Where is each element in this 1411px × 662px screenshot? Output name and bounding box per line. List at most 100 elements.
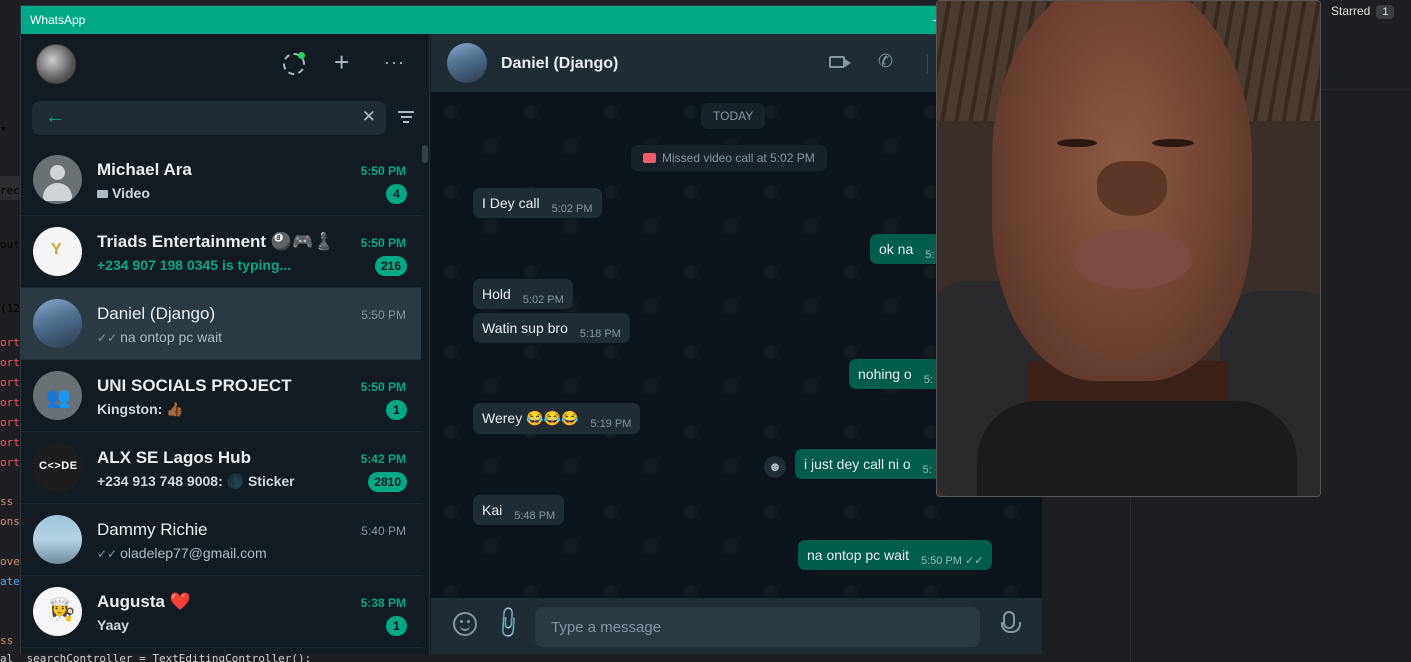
ide-line: ort [0, 336, 20, 349]
window-title: WhatsApp [30, 13, 86, 27]
webcam-nose [1097, 161, 1167, 216]
avatar-logo: Y [51, 241, 62, 258]
status-unread-dot [298, 52, 305, 59]
unread-badge: 216 [374, 256, 407, 276]
contact-avatar [33, 515, 82, 564]
chat-time: 5:42 PM [360, 452, 406, 466]
chat-name: UNI SOCIALS PROJECT [97, 376, 292, 395]
message-input[interactable] [535, 607, 980, 647]
message-outgoing[interactable]: i just dey call ni o 5: [795, 449, 941, 479]
chat-item-michael-ara[interactable]: Michael Ara 5:50 PM Video 4 [21, 144, 421, 216]
group-icon: 👥 [46, 387, 71, 409]
read-ticks-icon: ✓✓ [97, 547, 118, 561]
message-text: Werey 😂😂😂 [482, 410, 579, 426]
ide-line: ort [0, 456, 20, 469]
new-chat-icon[interactable]: + [334, 49, 349, 75]
menu-icon[interactable]: ··· [384, 50, 405, 74]
contact-avatar [33, 299, 82, 348]
date-separator: TODAY [701, 103, 766, 129]
webcam-shirt [977, 401, 1297, 496]
search-input[interactable] [80, 107, 350, 129]
message-incoming[interactable]: Watin sup bro 5:18 PM [473, 313, 630, 343]
message-incoming[interactable]: Werey 😂😂😂 5:19 PM [473, 403, 641, 434]
chat-time: 5:50 PM [360, 164, 406, 178]
chat-name: Dammy Richie [97, 520, 208, 539]
chat-time: 5:50 PM [361, 308, 406, 322]
chat-item-daniel-django[interactable]: Daniel (Django) 5:50 PM ✓✓ na ontop pc wa… [21, 288, 421, 360]
message-incoming[interactable]: I Dey call 5:02 PM [473, 188, 602, 218]
avatar-image: 👩‍🍳 [48, 597, 76, 622]
message-outgoing[interactable]: nohing o 5: [849, 359, 942, 389]
webcam-eye [1152, 139, 1194, 147]
voice-call-icon[interactable]: ✆ [878, 51, 893, 72]
chat-time: 5:38 PM [360, 596, 406, 610]
chat-name: Daniel (Django) [97, 304, 216, 323]
chat-list-scrollbar[interactable] [422, 145, 428, 163]
chat-preview-text: oladelep77@gmail.com [120, 545, 267, 561]
message-time: 5:19 PM [590, 418, 632, 430]
search-box: ← ✕ [32, 101, 386, 135]
contact-avatar[interactable] [447, 43, 487, 83]
clear-search-icon[interactable]: ✕ [362, 107, 376, 127]
read-ticks-icon: ✓✓ [97, 331, 118, 345]
group-avatar: Y [33, 227, 82, 276]
chat-name: Augusta ❤️ [97, 592, 191, 611]
react-emoji-icon[interactable]: ☻ [764, 456, 786, 478]
ide-right-panel: Starred 1 [1130, 0, 1411, 662]
chat-name: Michael Ara [97, 160, 192, 179]
video-call-icon[interactable] [829, 56, 851, 68]
search-row: ← ✕ [21, 99, 430, 139]
message-outgoing[interactable]: na ontop pc wait 5:50 PM ✓✓ [798, 540, 993, 570]
message-composer: 📎 [431, 598, 1042, 654]
microphone-icon[interactable] [1001, 611, 1021, 633]
message-time: 5: [923, 374, 933, 386]
chat-preview-text: na ontop pc wait [120, 329, 223, 345]
chat-name: ALX SE Lagos Hub [97, 448, 251, 467]
ide-line: ort [0, 356, 20, 369]
message-text: na ontop pc wait [807, 547, 909, 563]
header-divider [927, 54, 928, 74]
starred-count-badge: 1 [1376, 5, 1395, 19]
message-time: 5:02 PM [522, 294, 564, 306]
avatar-logo: C<>DE [39, 460, 78, 472]
chat-name: Triads Entertainment 🎱🎮♟️ [97, 232, 335, 251]
message-text: i just dey call ni o [804, 456, 911, 472]
back-arrow-icon[interactable]: ← [45, 106, 65, 129]
message-incoming[interactable]: Hold 5:02 PM [473, 279, 573, 309]
message-outgoing[interactable]: ok na 5: [870, 234, 944, 264]
missed-call-text: Missed video call at 5:02 PM [662, 151, 815, 165]
chat-preview: ✓✓ oladelep77@gmail.com [97, 545, 367, 561]
chat-item-triads-entertainment[interactable]: Y Triads Entertainment 🎱🎮♟️ 5:50 PM +234… [21, 216, 421, 288]
default-avatar-icon [33, 155, 82, 204]
video-icon [97, 190, 108, 199]
window-titlebar[interactable]: WhatsApp – [21, 6, 1041, 34]
ide-line: ort [0, 396, 20, 409]
starred-tab[interactable]: Starred 1 [1331, 4, 1395, 19]
emoji-icon[interactable] [453, 612, 477, 636]
sidebar-header: + ··· [21, 34, 429, 92]
attach-icon[interactable]: 📎 [489, 604, 527, 642]
ide-right-header: Starred 1 [1320, 0, 1411, 90]
message-incoming[interactable]: Kai 5:48 PM [473, 495, 565, 525]
contact-name[interactable]: Daniel (Django) [501, 55, 618, 73]
starred-label: Starred [1331, 4, 1371, 18]
desktop: ▾ reci outo (120 ort ort ort ort ort ort… [0, 0, 1411, 662]
chat-preview: ✓✓ na ontop pc wait [97, 329, 367, 345]
profile-avatar[interactable] [36, 44, 76, 84]
chat-item-dammy-richie[interactable]: Dammy Richie 5:40 PM ✓✓ oladelep77@gmail.… [21, 504, 421, 576]
chat-sidebar: + ··· ← ✕ Michael Ara 5:50 PM Video 4 Y … [21, 34, 430, 654]
filter-icon[interactable] [398, 111, 414, 126]
chat-preview: Yaay [97, 617, 129, 633]
message-text: I Dey call [482, 195, 540, 211]
group-avatar: C<>DE [33, 443, 82, 492]
chat-item-augusta[interactable]: 👩‍🍳 Augusta ❤️ 5:38 PM Yaay 1 [21, 576, 421, 648]
webcam-overlay[interactable] [936, 0, 1321, 497]
chat-time: 5:40 PM [361, 524, 406, 538]
message-text: Kai [482, 502, 503, 518]
ide-editor-fragment: ▾ reci outo (120 ort ort ort ort ort ort… [0, 0, 27, 662]
chat-preview: Kingston: 👍🏾 [97, 401, 184, 417]
chat-preview: +234 907 198 0345 is typing... [97, 257, 292, 273]
whatsapp-window: WhatsApp – + ··· ← ✕ [20, 5, 1042, 654]
chat-item-alx-se-lagos-hub[interactable]: C<>DE ALX SE Lagos Hub 5:42 PM +234 913 … [21, 432, 421, 504]
chat-item-uni-socials-project[interactable]: 👥 UNI SOCIALS PROJECT 5:50 PM Kingston: … [21, 360, 421, 432]
